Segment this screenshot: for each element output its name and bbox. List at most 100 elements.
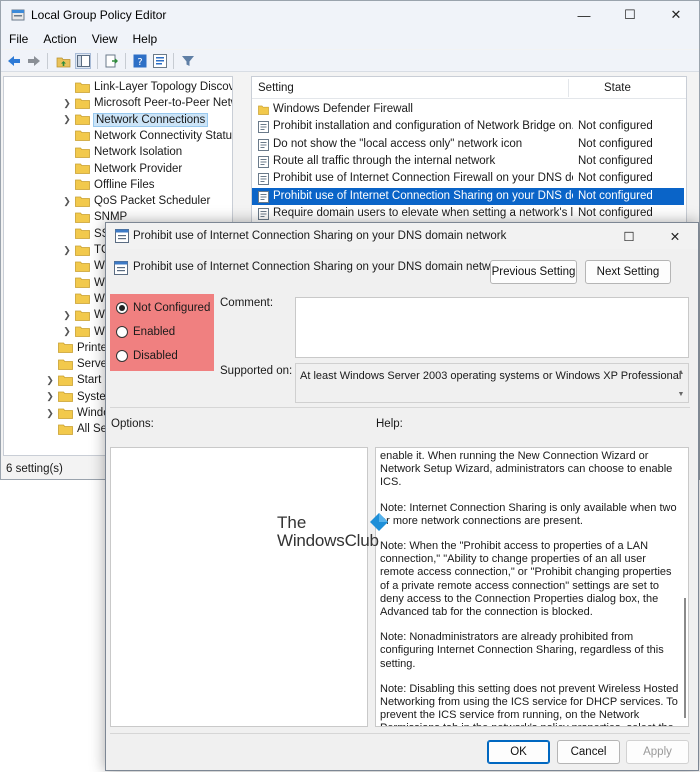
tree-item[interactable]: ❯ Network Connections	[61, 112, 209, 128]
policy-setting-icon	[258, 207, 269, 220]
tree-item[interactable]: Network Connectivity Status	[61, 128, 233, 144]
menu-file[interactable]: File	[1, 29, 35, 49]
radio-disabled-label: Disabled	[133, 350, 178, 362]
setting-name: Require domain users to elevate when set…	[273, 206, 573, 219]
close-button[interactable]: ✕	[653, 1, 699, 29]
tree-item[interactable]: Network Isolation	[61, 144, 182, 160]
radio-enabled[interactable]: Enabled	[116, 324, 175, 340]
help-paragraph: Note: Internet Connection Sharing is onl…	[380, 501, 677, 527]
previous-setting-button[interactable]: Previous Setting	[490, 260, 577, 284]
chevron-right-icon[interactable]: ❯	[61, 245, 73, 256]
status-text: 6 setting(s)	[6, 463, 63, 475]
tree-item[interactable]: ❯ Windo	[44, 405, 109, 421]
column-header-setting[interactable]: Setting	[258, 82, 294, 94]
dialog-close-button[interactable]: ✕	[652, 223, 698, 249]
back-arrow-icon[interactable]	[6, 53, 22, 69]
list-header: Setting State	[252, 77, 686, 99]
help-paragraph: Note: When the "Prohibit access to prope…	[380, 540, 672, 619]
tree-item[interactable]: Wi	[61, 275, 107, 291]
tree-item[interactable]: ❯ Microsoft Peer-to-Peer Netw	[61, 95, 232, 111]
table-row[interactable]: Prohibit use of Internet Connection Fire…	[252, 170, 684, 187]
chevron-right-icon[interactable]: ❯	[61, 310, 73, 321]
folder-icon	[75, 277, 90, 288]
tree-item[interactable]: ❯ QoS Packet Scheduler	[61, 193, 210, 209]
up-folder-icon[interactable]	[55, 53, 71, 69]
radio-not-configured-indicator[interactable]	[116, 302, 128, 314]
menu-action[interactable]: Action	[35, 29, 83, 49]
column-header-state[interactable]: State	[604, 82, 631, 94]
tree-item[interactable]: Wi	[61, 291, 107, 307]
tree-item[interactable]: Wi	[61, 258, 107, 274]
help-text-box[interactable]: enable it. When running the New Connecti…	[375, 447, 689, 727]
table-row[interactable]: Route all traffic through the internal n…	[252, 153, 684, 170]
properties-icon[interactable]	[152, 53, 168, 69]
ok-button[interactable]: OK	[487, 740, 550, 764]
comment-textbox[interactable]	[295, 297, 689, 358]
table-row[interactable]: Require domain users to elevate when set…	[252, 205, 684, 222]
tree-item[interactable]: ❯ WI	[61, 307, 108, 323]
tree-item[interactable]: Link-Layer Topology Discove	[61, 79, 232, 95]
folder-icon	[75, 98, 90, 109]
scroll-up-icon[interactable]: ▲	[677, 368, 685, 376]
chevron-right-icon[interactable]: ❯	[61, 326, 73, 337]
folder-icon	[75, 261, 90, 272]
setting-name: Prohibit installation and configuration …	[273, 120, 573, 133]
table-row[interactable]: Windows Defender Firewall	[252, 101, 684, 118]
table-row[interactable]: Do not show the "local access only" netw…	[252, 136, 684, 153]
chevron-right-icon[interactable]: ❯	[61, 98, 73, 109]
tree-item-label: Printe	[77, 341, 108, 354]
tree-item[interactable]: ❯ Start M	[44, 372, 114, 388]
tree-item[interactable]: ❯ W	[61, 324, 105, 340]
tree-item[interactable]: ❯ TC	[61, 242, 109, 258]
menu-view[interactable]: View	[84, 29, 125, 49]
apply-button[interactable]: Apply	[626, 740, 689, 764]
tree-item[interactable]: Offline Files	[61, 177, 155, 193]
help-scrollbar[interactable]	[684, 598, 686, 718]
cancel-button[interactable]: Cancel	[557, 740, 620, 764]
tree-item[interactable]: Server	[44, 356, 111, 372]
export-list-icon[interactable]	[104, 53, 120, 69]
chevron-right-icon[interactable]: ❯	[44, 375, 56, 386]
dialog-maximize-button[interactable]: ☐	[606, 223, 652, 249]
chevron-right-icon[interactable]: ❯	[44, 408, 56, 419]
windows-logo-icon	[370, 513, 388, 531]
dialog-titlebar[interactable]: Prohibit use of Internet Connection Shar…	[106, 223, 698, 249]
radio-not-configured[interactable]: Not Configured	[116, 300, 210, 316]
chevron-right-icon[interactable]: ❯	[61, 114, 73, 125]
folder-icon	[58, 424, 73, 435]
chevron-right-icon[interactable]: ❯	[61, 196, 73, 207]
folder-icon	[258, 105, 269, 115]
maximize-button[interactable]: ☐	[607, 1, 653, 29]
tree-item[interactable]: SS	[61, 226, 109, 242]
folder-icon	[75, 163, 90, 174]
main-titlebar[interactable]: Local Group Policy Editor — ☐ ✕	[1, 1, 699, 29]
scroll-down-icon[interactable]: ▼	[677, 390, 685, 398]
tree-item-label: Network Connections	[92, 112, 209, 127]
policy-setting-icon	[114, 261, 128, 275]
menu-help[interactable]: Help	[125, 29, 165, 49]
table-row[interactable]: Prohibit installation and configuration …	[252, 118, 684, 135]
chevron-right-icon[interactable]: ❯	[44, 391, 56, 402]
radio-disabled-indicator[interactable]	[116, 350, 128, 362]
tree-item-label: QoS Packet Scheduler	[94, 195, 211, 208]
next-setting-button[interactable]: Next Setting	[585, 260, 671, 284]
tree-item-label: Network Connectivity Status	[94, 129, 233, 142]
supported-on-label: Supported on:	[220, 365, 293, 377]
radio-enabled-indicator[interactable]	[116, 326, 128, 338]
policy-setting-icon	[258, 155, 269, 168]
tree-item[interactable]: All Set	[44, 421, 110, 437]
radio-disabled[interactable]: Disabled	[116, 348, 178, 364]
tree-item[interactable]: Network Provider	[61, 161, 182, 177]
minimize-button[interactable]: —	[561, 1, 607, 29]
tree-item[interactable]: Printe	[44, 340, 107, 356]
setting-name: Windows Defender Firewall	[273, 103, 413, 115]
table-row[interactable]: Prohibit use of Internet Connection Shar…	[252, 187, 684, 205]
forward-arrow-icon[interactable]	[26, 53, 42, 69]
folder-icon	[75, 147, 90, 158]
radio-enabled-label: Enabled	[133, 326, 176, 338]
show-hide-tree-icon[interactable]	[75, 53, 91, 69]
help-icon[interactable]: ?	[132, 53, 148, 69]
filter-icon[interactable]	[180, 53, 196, 69]
help-paragraph: Note: Disabling this setting does not pr…	[380, 682, 679, 726]
options-panel	[110, 447, 368, 727]
